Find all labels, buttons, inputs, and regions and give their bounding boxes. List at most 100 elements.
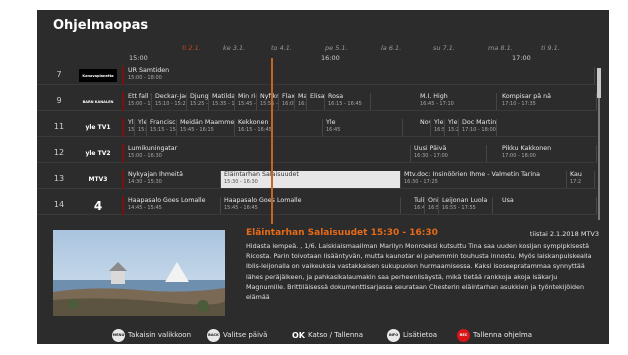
program-cell[interactable]: Yle16:55 <box>431 119 445 136</box>
footer-rec[interactable]: REC Tallenna ohjelma <box>457 328 532 342</box>
time-label: 16:00 <box>321 54 340 62</box>
program-cell[interactable]: Flax16:05 - 1! <box>279 93 295 110</box>
ok-button-icon: OK <box>292 330 305 340</box>
mtv3-logo: MTV3 <box>88 176 108 183</box>
scrollbar-thumb[interactable] <box>597 68 601 98</box>
program-time: 16:45 <box>326 127 341 133</box>
program-time: 16:15 - 16:45 <box>298 101 306 107</box>
program-description: Hidasta lempeä. , 1/6. Laiskiaismaailman… <box>246 242 592 302</box>
day-tab-7[interactable]: ti 9.1. <box>541 44 560 52</box>
program-cell[interactable]: Deckar-Jack15:10 - 15:25 <box>152 93 187 110</box>
program-time: 16:4 <box>414 205 424 211</box>
program-cell[interactable]: Franciscus - Paavi, Joka Kosk15:15 - 15:… <box>147 119 177 136</box>
program-cell[interactable]: Lumikuningatar 15:00 - 16:30 <box>125 145 411 162</box>
program-cell[interactable]: Tuli16:4 <box>411 197 425 214</box>
program-cell[interactable]: Usa <box>499 197 597 214</box>
footer-label: Valitse päivä <box>223 331 268 339</box>
channel-number: 7 <box>56 70 62 79</box>
program-name: Elisabet <box>310 93 324 100</box>
program-cell[interactable]: Kekkonen 16:15 - 16:45 <box>235 119 323 136</box>
program-time: 17:10 - 18:00 <box>462 127 496 133</box>
program-cell[interactable]: Matilda15:35 - 1! <box>209 93 235 110</box>
footer-menu[interactable]: MENU Takaisin valikkoon <box>112 328 191 342</box>
program-cell[interactable]: Yle 16:45 <box>323 119 403 136</box>
program-cell[interactable]: UR Samtiden 15:00 - 18:00 <box>125 67 595 84</box>
channel-number: 9 <box>56 96 62 105</box>
program-cell[interactable]: Haapasalo Goes Lomalle 14:45 - 15:45 <box>125 197 221 214</box>
channel-number: 14 <box>53 200 65 209</box>
program-name: UR Samtiden <box>128 67 170 74</box>
program-name: Doc Martin <box>462 119 496 126</box>
program-time: 16:30 - 17:00 <box>414 153 448 159</box>
program-cell[interactable]: Min ridi15:45 - 1! <box>235 93 257 110</box>
program-cell[interactable]: Ma16:15 - 16:45 <box>295 93 307 110</box>
footer-label: Tallenna ohjelma <box>473 331 533 339</box>
footer-label: Lisätietoa <box>403 331 438 339</box>
day-tab-2[interactable]: to 4.1. <box>271 44 292 52</box>
program-cell[interactable]: Kau 17:2 <box>567 171 595 188</box>
day-tab-6[interactable]: ma 8.1. <box>488 44 513 52</box>
day-tab-1[interactable]: ke 3.1. <box>223 44 245 52</box>
program-cell[interactable]: Meidän Maamme - Värt15:45 - 16:15 <box>177 119 235 136</box>
program-name: Leijonan Luola <box>442 197 488 204</box>
footer-ok[interactable]: OK Katso / Tallenna <box>292 328 363 342</box>
program-cell[interactable]: Leijonan Luola 16:55 - 17:55 <box>439 197 493 214</box>
program-name: Kekkonen <box>238 119 269 126</box>
program-time: 17:10 - 17:35 <box>502 101 536 107</box>
channel-number: 11 <box>53 122 65 131</box>
program-name: Mtv.doc: Insinöörien Ihme - Valmetin Tar… <box>404 171 540 178</box>
program-time: 15:00 - 16:30 <box>128 153 162 159</box>
program-name: Yle <box>128 119 134 126</box>
page-title: Ohjelmaopas <box>53 18 149 33</box>
program-cell[interactable]: Yle15:00 <box>125 119 135 136</box>
day-tab-4[interactable]: la 6.1. <box>381 44 401 52</box>
program-cell[interactable]: Nyfikna15:55 - 1! <box>257 93 279 110</box>
day-tab-5[interactable]: su 7.1. <box>433 44 455 52</box>
program-cell[interactable]: Rosa 16:15 - 16:45 <box>325 93 371 110</box>
program-cell[interactable]: Haapasalo Goes Lomalle 15:45 - 16:45 <box>221 197 401 214</box>
program-cell[interactable]: Kompisar på nä 17:10 - 17:35 <box>499 93 597 110</box>
program-cell[interactable]: M.I. High 16:45 - 17:10 <box>417 93 497 110</box>
channel-separator <box>122 118 124 137</box>
program-name: Ma <box>298 93 306 100</box>
program-name: Lumikuningatar <box>128 145 178 152</box>
program-time: 16:15 - 16:45 <box>328 101 362 107</box>
program-cell[interactable]: Ett fall f 15:00 - 1! <box>125 93 152 110</box>
program-name: Min ridi <box>238 93 256 100</box>
program-cell[interactable]: Doc Martin 17:10 - 18:00 <box>459 119 497 136</box>
nelonen-logo: 4 <box>93 198 103 213</box>
program-cell[interactable]: Pikku Kakkonen 17:00 - 18:00 <box>499 145 597 162</box>
program-cell[interactable]: Oni16:55 <box>425 197 439 214</box>
program-cell[interactable]: Yle L15:25 <box>445 119 459 136</box>
program-cell[interactable]: Yle15:10 <box>135 119 147 136</box>
program-time: 16:55 <box>428 205 438 211</box>
program-time: 16:05 - 1! <box>282 101 294 107</box>
program-cell[interactable]: Mtv.doc: Insinöörien Ihme - Valmetin Tar… <box>401 171 567 188</box>
program-cell[interactable]: Nov <box>417 119 431 136</box>
channel-row: 13 MTV3 Nykyajan Ihmeitä 14:30 - 15:30 Eläin… <box>37 170 597 189</box>
program-cell[interactable]: Uusi Päivä 16:30 - 17:00 <box>411 145 487 162</box>
day-tab-0[interactable]: ti 2.1. <box>182 44 201 52</box>
program-cell-selected[interactable]: Eläintarhan Salaisuudet 15:30 - 16:30 <box>221 171 401 188</box>
back-button-icon: BACK <box>207 328 220 342</box>
footer-info[interactable]: INFO Lisätietoa <box>387 328 437 342</box>
channel-separator <box>122 66 124 85</box>
program-cell[interactable]: Elisabet <box>307 93 325 110</box>
epg-screen: Ohjelmaopas ti 2.1. ke 3.1. to 4.1. pe 5… <box>37 10 609 344</box>
channel-separator <box>122 144 124 163</box>
program-time: 15:45 - 16:45 <box>224 205 258 211</box>
program-time: 15:25 <box>448 127 458 133</box>
program-name: Nyfikna <box>260 93 278 100</box>
day-tab-3[interactable]: pe 5.1. <box>325 44 348 52</box>
footer-back[interactable]: BACK Valitse päivä <box>207 328 267 342</box>
program-name: Usa <box>502 197 514 204</box>
program-time: 15:00 <box>128 127 134 133</box>
program-name: Yle <box>326 119 336 126</box>
program-time: 15:30 - 16:30 <box>224 179 258 185</box>
kanavaplanetta-logo: Kanavaplanetta <box>79 69 117 82</box>
program-time: 15:15 - 15:45 <box>150 127 176 133</box>
program-time: 15:00 - 18:00 <box>128 75 162 81</box>
program-cell[interactable]: Djungel15:25 - 1! <box>187 93 209 110</box>
program-cell[interactable]: Nykyajan Ihmeitä 14:30 - 15:30 <box>125 171 221 188</box>
program-name: Flax <box>282 93 294 100</box>
